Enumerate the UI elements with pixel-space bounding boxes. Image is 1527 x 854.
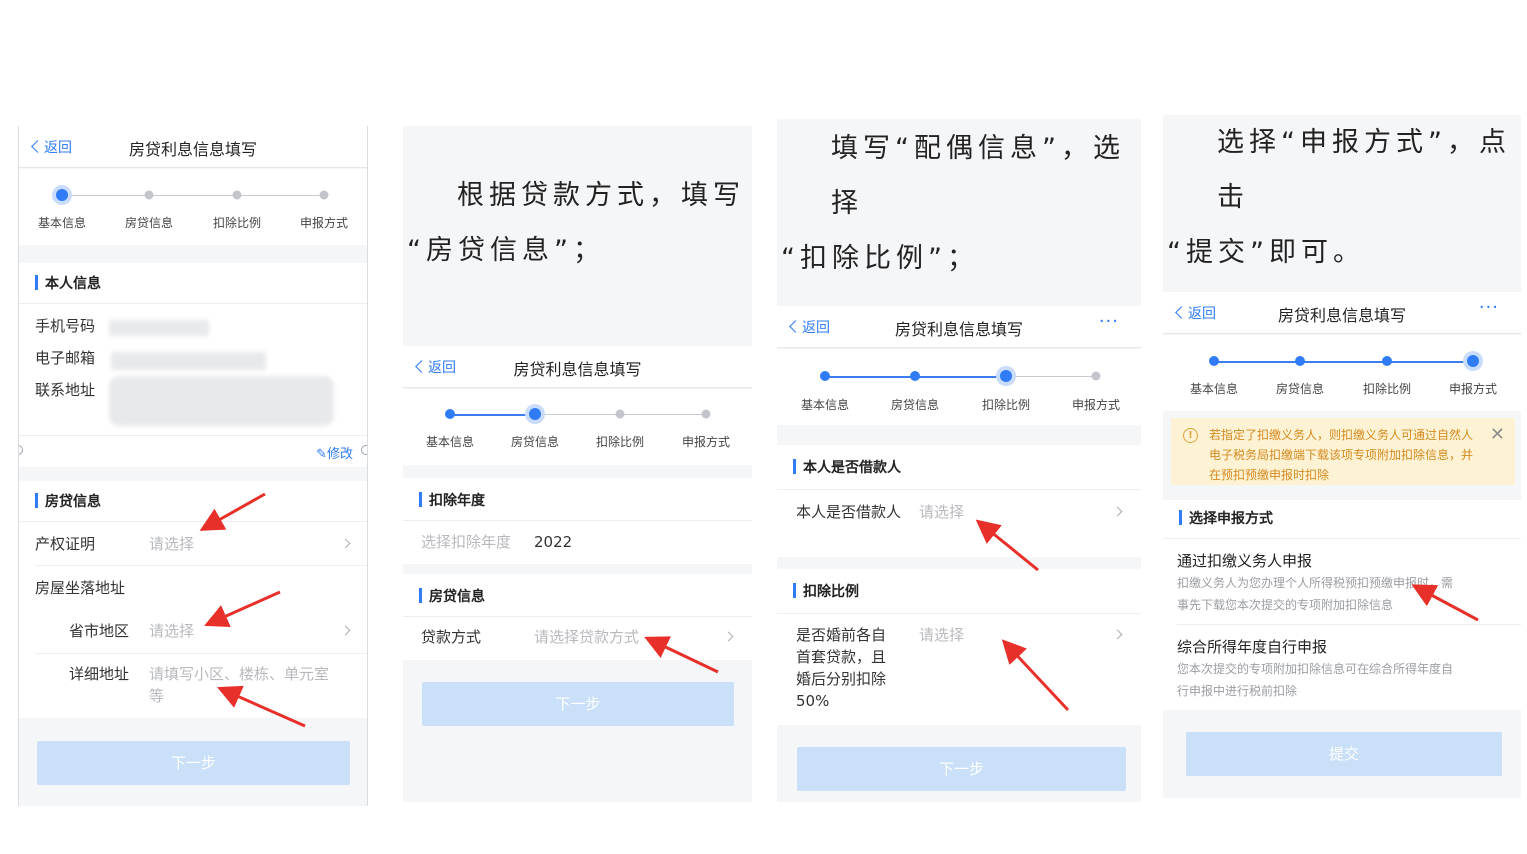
red-arrow-icon (1001, 639, 1070, 712)
red-arrow-icon (644, 636, 719, 674)
red-arrow-icon (204, 590, 281, 628)
red-arrow-icon (217, 685, 306, 728)
red-arrow-icon (1411, 584, 1479, 622)
red-arrow-icon (199, 492, 266, 531)
red-arrow-icon (975, 519, 1039, 572)
annotation-layer (199, 492, 1479, 728)
